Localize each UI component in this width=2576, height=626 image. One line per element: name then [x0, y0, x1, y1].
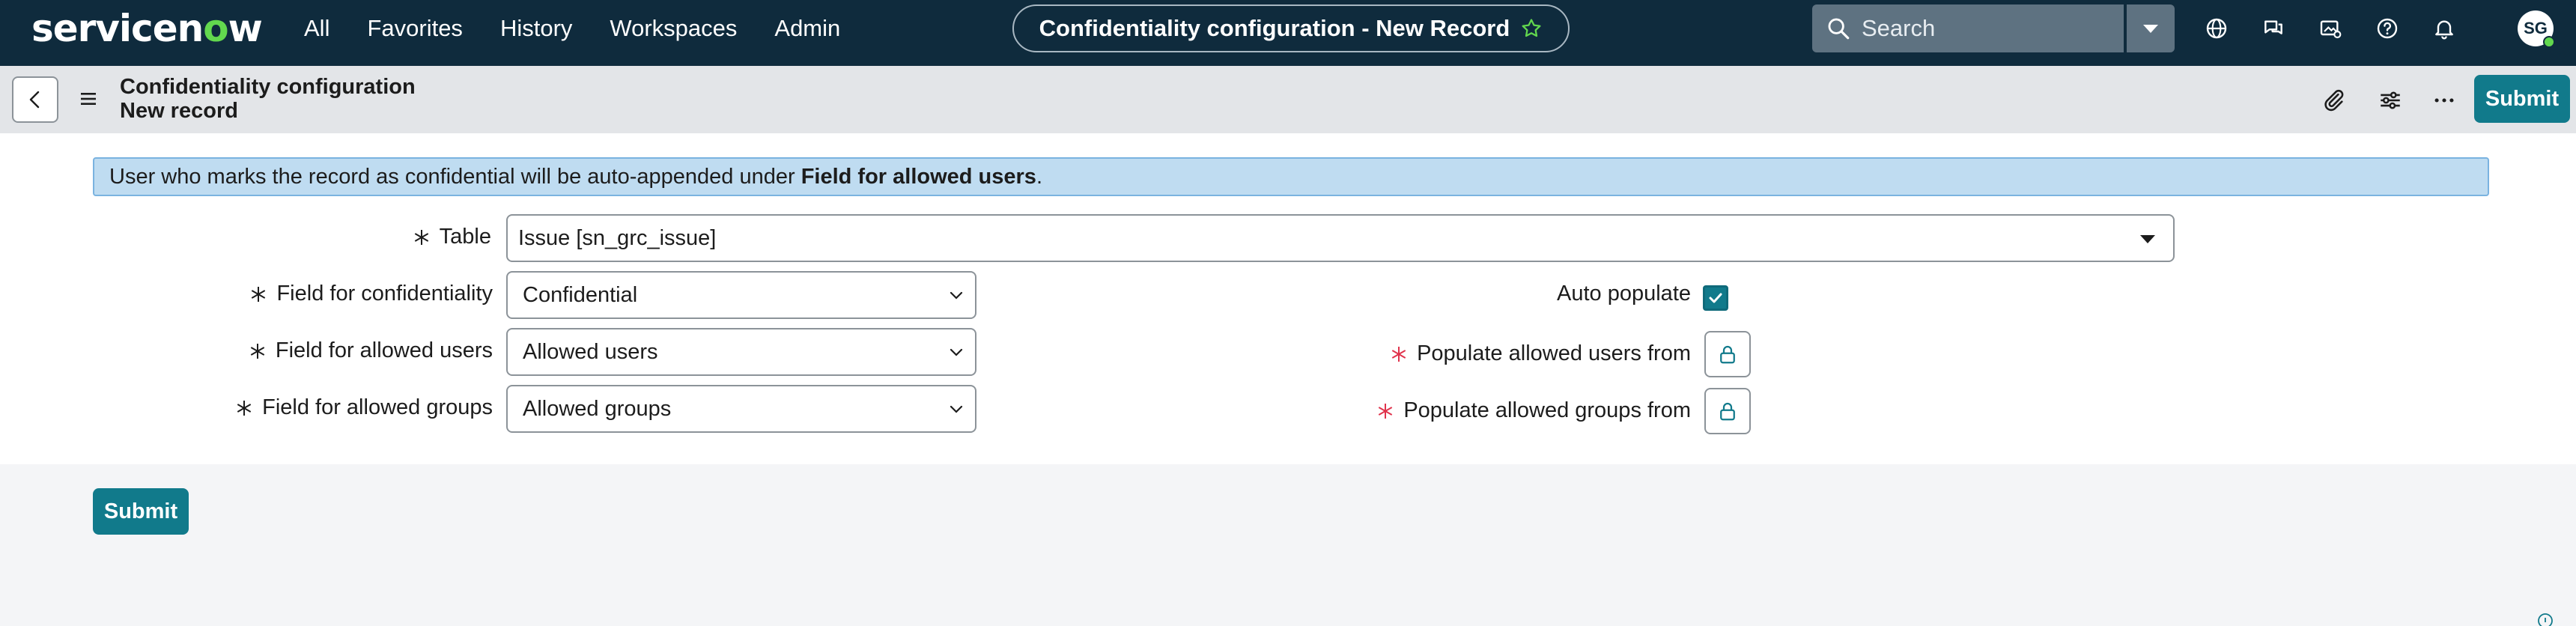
servicenow-logo[interactable]: servicenow — [31, 4, 263, 52]
form-title: Confidentiality configuration New record — [120, 75, 416, 123]
allowed-groups-label: Field for allowed groups — [235, 395, 493, 420]
populate-users-lock-button[interactable] — [1704, 331, 1751, 377]
populate-groups-from-label: Populate allowed groups from — [1376, 398, 1691, 423]
allowed-users-label-text: Field for allowed users — [275, 338, 493, 362]
chevron-left-icon — [29, 91, 40, 109]
submit-button-header[interactable]: Submit — [2474, 75, 2570, 123]
allowed-users-select[interactable]: Allowed users — [506, 328, 976, 376]
form-body: User who marks the record as confidentia… — [0, 133, 2576, 464]
auto-populate-label: Auto populate — [1557, 282, 1691, 306]
table-label-text: Table — [439, 225, 491, 249]
back-button[interactable] — [12, 76, 58, 123]
table-label: Table — [413, 225, 491, 249]
allowed-users-select-value: Allowed users — [523, 340, 658, 364]
confidentiality-select[interactable]: Confidential — [506, 271, 976, 319]
bell-icon[interactable] — [2429, 13, 2459, 43]
allowed-users-label: Field for allowed users — [249, 338, 493, 363]
avatar-initials: SG — [2524, 19, 2548, 37]
globe-icon[interactable] — [2202, 13, 2232, 43]
search-icon — [1828, 18, 1850, 40]
record-title: Confidentiality configuration - New Reco… — [1039, 15, 1510, 41]
checkmark-icon — [1709, 293, 1722, 303]
caret-down-icon — [2140, 235, 2155, 243]
more-icon[interactable] — [2429, 85, 2459, 115]
info-banner: User who marks the record as confidentia… — [93, 157, 2489, 196]
chat-icon[interactable] — [2258, 13, 2288, 43]
nav-item-admin[interactable]: Admin — [774, 15, 840, 42]
required-asterisk-icon — [252, 287, 266, 303]
banner-text: User who marks the record as confidentia… — [109, 165, 801, 189]
form-title-record: New record — [120, 99, 238, 123]
search-input[interactable] — [1862, 15, 2086, 42]
confidentiality-label: Field for confidentiality — [249, 282, 493, 306]
top-navigation: servicenow All Favorites History Workspa… — [0, 0, 2576, 66]
form-title-table: Confidentiality configuration — [120, 75, 416, 99]
media-icon[interactable] — [2315, 13, 2345, 43]
populate-groups-lock-button[interactable] — [1704, 388, 1751, 434]
chevron-down-icon — [950, 405, 963, 413]
allowed-groups-select-value: Allowed groups — [523, 397, 672, 421]
sliders-icon[interactable] — [2375, 85, 2405, 115]
allowed-groups-select[interactable]: Allowed groups — [506, 385, 976, 433]
allowed-groups-label-text: Field for allowed groups — [262, 395, 493, 419]
required-asterisk-icon — [1379, 404, 1393, 419]
help-icon[interactable] — [2372, 13, 2402, 43]
table-select-value: Issue [sn_grc_issue] — [518, 226, 717, 250]
confidentiality-label-text: Field for confidentiality — [276, 282, 493, 306]
info-corner-icon[interactable] — [2536, 611, 2555, 626]
populate-users-from-label: Populate allowed users from — [1390, 341, 1691, 366]
populate-users-from-label-text: Populate allowed users from — [1417, 341, 1691, 365]
banner-text-end: . — [1036, 165, 1042, 189]
search-box — [1812, 4, 2124, 52]
record-title-pill[interactable]: Confidentiality configuration - New Reco… — [1012, 4, 1570, 52]
submit-button-footer[interactable]: Submit — [93, 488, 189, 535]
required-asterisk-icon — [1391, 347, 1406, 362]
nav-item-favorites[interactable]: Favorites — [367, 15, 462, 42]
search-scope-dropdown[interactable] — [2127, 4, 2175, 52]
form-header-bar: Confidentiality configuration New record… — [0, 66, 2576, 133]
nav-item-all[interactable]: All — [304, 15, 329, 42]
caret-down-icon — [2143, 25, 2158, 33]
lock-icon — [1720, 345, 1735, 364]
nav-item-history[interactable]: History — [500, 15, 572, 42]
hamburger-menu-icon[interactable] — [78, 88, 102, 109]
table-select[interactable]: Issue [sn_grc_issue] — [506, 214, 2175, 262]
populate-groups-from-label-text: Populate allowed groups from — [1403, 398, 1691, 422]
banner-bold-text: Field for allowed users — [801, 165, 1036, 189]
chevron-down-icon — [950, 348, 963, 356]
required-asterisk-icon — [237, 401, 252, 416]
nav-item-workspaces[interactable]: Workspaces — [610, 15, 737, 42]
user-avatar[interactable]: SG — [2518, 10, 2555, 48]
required-asterisk-icon — [250, 344, 265, 359]
confidentiality-select-value: Confidential — [523, 283, 638, 307]
nav-menu: All Favorites History Workspaces Admin — [304, 0, 878, 57]
chevron-down-icon — [950, 291, 963, 300]
paperclip-icon[interactable] — [2318, 85, 2348, 115]
lock-icon — [1720, 402, 1735, 421]
top-icon-group — [2202, 0, 2486, 57]
star-icon[interactable] — [1520, 17, 1543, 40]
auto-populate-checkbox[interactable] — [1703, 285, 1728, 311]
presence-indicator — [2543, 36, 2555, 48]
required-asterisk-icon — [414, 230, 428, 246]
